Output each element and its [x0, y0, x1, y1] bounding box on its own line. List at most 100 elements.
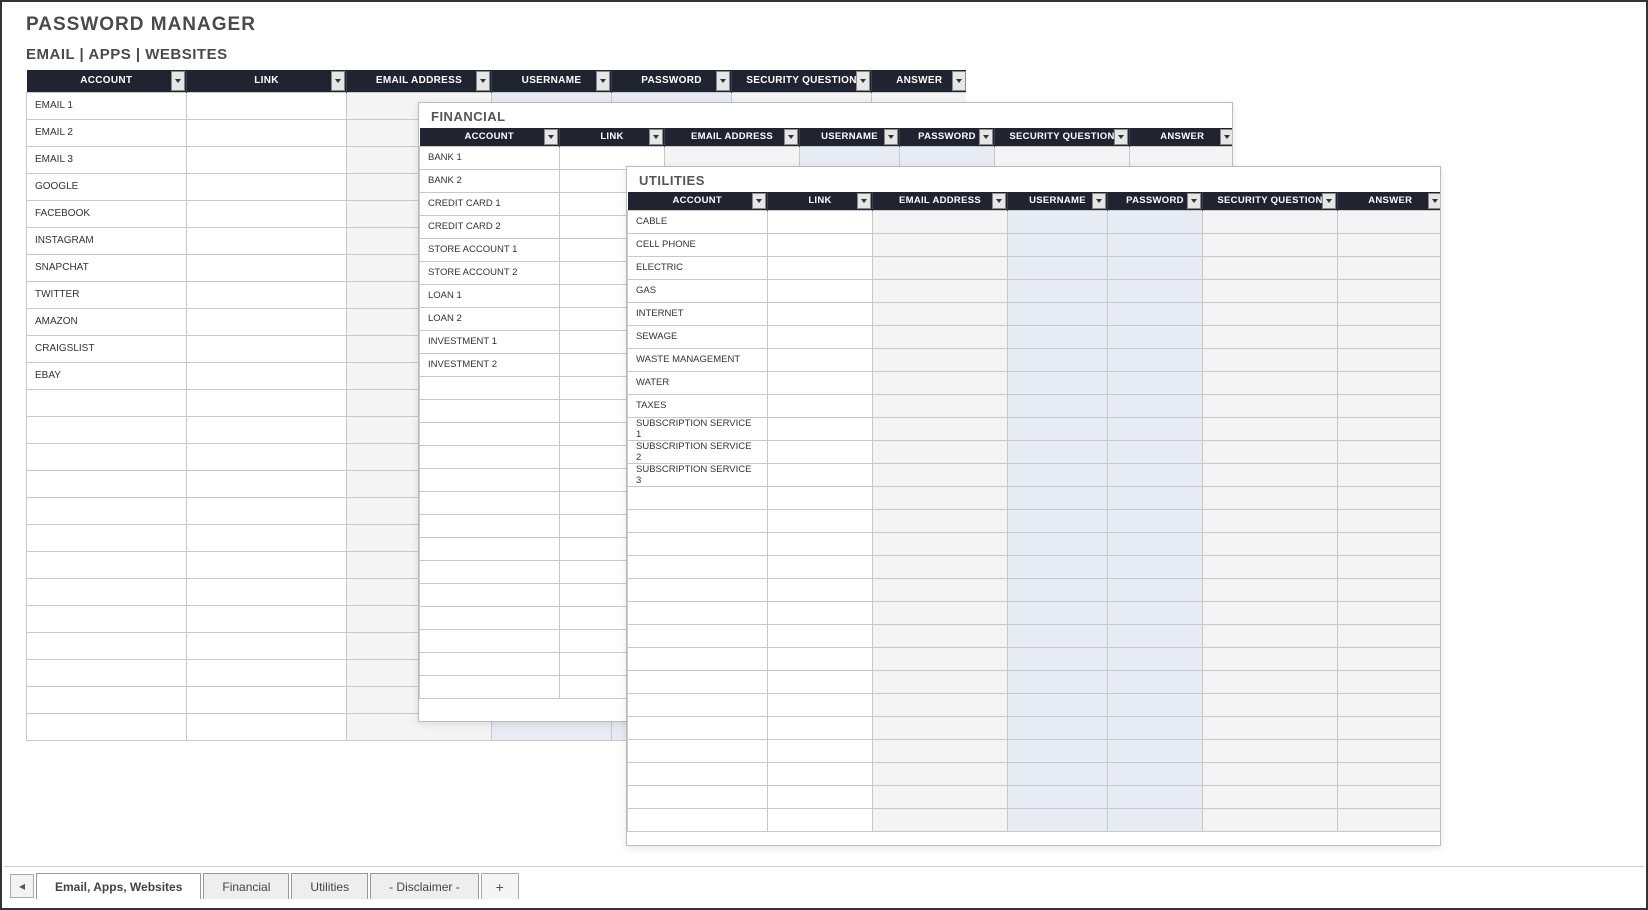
cell[interactable]: [1108, 578, 1203, 601]
cell[interactable]: AMAZON: [27, 308, 187, 335]
cell[interactable]: SUBSCRIPTION SERVICE 3: [628, 463, 768, 486]
cell[interactable]: [873, 348, 1008, 371]
cell[interactable]: [27, 524, 187, 551]
cell[interactable]: STORE ACCOUNT 2: [420, 261, 560, 284]
cell[interactable]: [187, 524, 347, 551]
cell[interactable]: [873, 486, 1008, 509]
cell[interactable]: [628, 647, 768, 670]
cell[interactable]: [1338, 555, 1441, 578]
cell[interactable]: [1203, 532, 1338, 555]
cell[interactable]: [187, 362, 347, 389]
cell[interactable]: [187, 227, 347, 254]
cell[interactable]: [1108, 670, 1203, 693]
cell[interactable]: [1338, 509, 1441, 532]
cell[interactable]: [1203, 601, 1338, 624]
cell[interactable]: [1008, 256, 1108, 279]
cell[interactable]: [1203, 647, 1338, 670]
cell[interactable]: [1203, 256, 1338, 279]
cell[interactable]: [1108, 509, 1203, 532]
cell[interactable]: [628, 555, 768, 578]
cell[interactable]: WASTE MANAGEMENT: [628, 348, 768, 371]
cell[interactable]: [1108, 785, 1203, 808]
cell[interactable]: [420, 583, 560, 606]
cell[interactable]: [1203, 762, 1338, 785]
cell[interactable]: [768, 256, 873, 279]
cell[interactable]: [1108, 808, 1203, 831]
cell[interactable]: [628, 486, 768, 509]
cell[interactable]: [628, 762, 768, 785]
filter-dropdown-icon[interactable]: [476, 71, 490, 91]
cell[interactable]: [1008, 486, 1108, 509]
cell[interactable]: EMAIL 2: [27, 119, 187, 146]
cell[interactable]: [1203, 233, 1338, 256]
cell[interactable]: [628, 532, 768, 555]
cell[interactable]: [768, 486, 873, 509]
cell[interactable]: [628, 716, 768, 739]
cell[interactable]: [420, 675, 560, 698]
cell[interactable]: [420, 537, 560, 560]
cell[interactable]: [768, 509, 873, 532]
cell[interactable]: [1338, 532, 1441, 555]
cell[interactable]: [187, 335, 347, 362]
cell[interactable]: [628, 509, 768, 532]
filter-dropdown-icon[interactable]: [649, 129, 663, 145]
cell[interactable]: [420, 422, 560, 445]
cell[interactable]: FACEBOOK: [27, 200, 187, 227]
cell[interactable]: [768, 693, 873, 716]
cell[interactable]: [187, 713, 347, 740]
cell[interactable]: [27, 416, 187, 443]
cell[interactable]: [768, 716, 873, 739]
cell[interactable]: [27, 605, 187, 632]
cell[interactable]: [873, 624, 1008, 647]
cell[interactable]: [768, 348, 873, 371]
cell[interactable]: [420, 376, 560, 399]
cell[interactable]: [1008, 440, 1108, 463]
filter-dropdown-icon[interactable]: [716, 71, 730, 91]
cell[interactable]: [768, 532, 873, 555]
cell[interactable]: [1008, 693, 1108, 716]
cell[interactable]: [1338, 302, 1441, 325]
cell[interactable]: [768, 233, 873, 256]
cell[interactable]: [1338, 417, 1441, 440]
cell[interactable]: [1338, 233, 1441, 256]
cell[interactable]: [187, 308, 347, 335]
cell[interactable]: [1008, 647, 1108, 670]
cell[interactable]: EMAIL 3: [27, 146, 187, 173]
cell[interactable]: [873, 808, 1008, 831]
filter-dropdown-icon[interactable]: [1428, 193, 1441, 209]
cell[interactable]: [768, 785, 873, 808]
cell[interactable]: SUBSCRIPTION SERVICE 1: [628, 417, 768, 440]
filter-dropdown-icon[interactable]: [979, 129, 993, 145]
cell[interactable]: [27, 551, 187, 578]
cell[interactable]: [768, 302, 873, 325]
cell[interactable]: [187, 578, 347, 605]
cell[interactable]: [1008, 601, 1108, 624]
cell[interactable]: [187, 389, 347, 416]
cell[interactable]: [420, 629, 560, 652]
cell[interactable]: [1108, 256, 1203, 279]
cell[interactable]: CREDIT CARD 2: [420, 215, 560, 238]
filter-dropdown-icon[interactable]: [1092, 193, 1106, 209]
cell[interactable]: [1008, 348, 1108, 371]
cell[interactable]: [1338, 785, 1441, 808]
cell[interactable]: [1203, 739, 1338, 762]
cell[interactable]: [1008, 509, 1108, 532]
cell[interactable]: STORE ACCOUNT 1: [420, 238, 560, 261]
cell[interactable]: EBAY: [27, 362, 187, 389]
cell[interactable]: [187, 146, 347, 173]
cell[interactable]: [27, 443, 187, 470]
cell[interactable]: [1203, 325, 1338, 348]
cell[interactable]: [1108, 371, 1203, 394]
cell[interactable]: [1108, 440, 1203, 463]
cell[interactable]: [1008, 233, 1108, 256]
cell[interactable]: [628, 693, 768, 716]
cell[interactable]: [1108, 463, 1203, 486]
cell[interactable]: [187, 686, 347, 713]
cell[interactable]: [1008, 210, 1108, 233]
cell[interactable]: [1203, 463, 1338, 486]
cell[interactable]: [768, 463, 873, 486]
cell[interactable]: [768, 624, 873, 647]
cell[interactable]: [27, 578, 187, 605]
add-sheet-button[interactable]: +: [481, 873, 519, 899]
filter-dropdown-icon[interactable]: [1114, 129, 1128, 145]
